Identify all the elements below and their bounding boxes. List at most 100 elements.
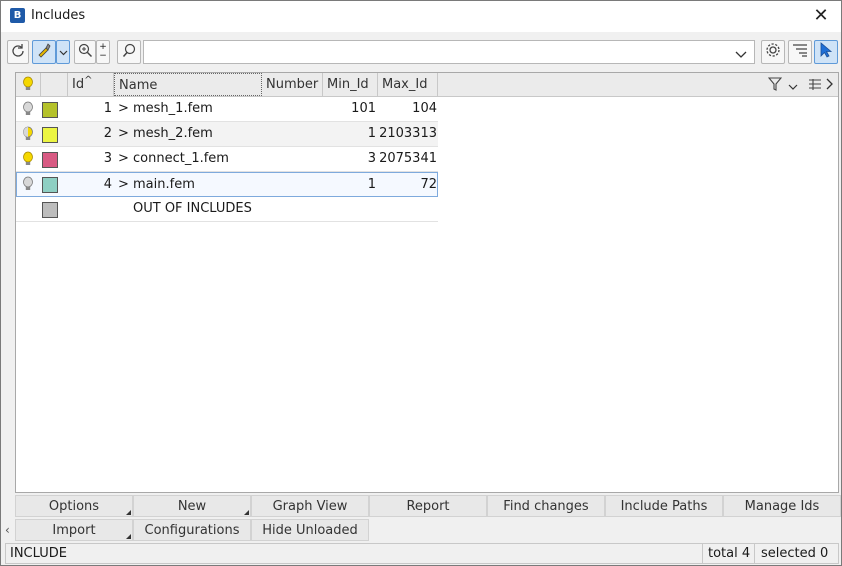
column-id-header[interactable]: Id^ <box>68 73 114 96</box>
lightbulb-off-icon[interactable] <box>22 97 34 121</box>
id-cell: 3 <box>103 151 112 166</box>
search-input[interactable] <box>143 40 755 64</box>
menu-corner-icon <box>126 534 131 539</box>
expand-chevron-icon[interactable]: > <box>118 122 129 146</box>
table-row[interactable]: OUT OF INCLUDES <box>16 197 438 222</box>
column-chooser-icon[interactable] <box>808 78 822 96</box>
expand-chevron-icon[interactable]: > <box>118 173 129 197</box>
status-bar: INCLUDE total 4 selected 0 <box>5 543 839 564</box>
report-label: Report <box>406 499 450 514</box>
hide-unloaded-button[interactable]: Hide Unloaded <box>251 519 369 541</box>
menu-corner-icon <box>126 510 131 515</box>
name-cell: OUT OF INCLUDES <box>133 201 252 216</box>
status-selected: selected 0 <box>754 544 828 563</box>
manage-ids-label: Manage Ids <box>744 499 820 514</box>
color-swatch[interactable] <box>42 177 58 193</box>
options-label: Options <box>48 499 100 514</box>
highlight-button[interactable] <box>32 40 56 64</box>
color-swatch[interactable] <box>42 202 58 218</box>
includes-window: B Includes ✕ + − Id^ Name Number Min_Id … <box>0 0 842 566</box>
column-name-header[interactable]: Name <box>114 73 262 96</box>
table-row-selected[interactable]: 4 > main.fem 1 72 <box>16 172 438 197</box>
report-button[interactable]: Report <box>369 495 487 517</box>
button-bar: Options New Graph View Report Find chang… <box>5 495 841 541</box>
search-dropdown-icon[interactable] <box>735 48 747 63</box>
search-button[interactable] <box>117 40 141 64</box>
column-visibility-header[interactable] <box>16 73 41 96</box>
window-title: Includes <box>31 8 86 23</box>
expand-chevron-icon[interactable]: > <box>118 97 129 121</box>
new-button[interactable]: New <box>133 495 251 517</box>
options-button[interactable]: Options <box>15 495 133 517</box>
min-id-cell: 3 <box>367 151 376 166</box>
import-button[interactable]: Import <box>15 519 133 541</box>
highlight-pen-icon <box>36 42 52 62</box>
color-swatch[interactable] <box>42 102 58 118</box>
settings-button[interactable] <box>761 40 785 64</box>
color-swatch[interactable] <box>42 127 58 143</box>
column-color-header[interactable] <box>41 73 68 96</box>
expand-chevron-icon[interactable]: > <box>118 147 129 171</box>
max-id-cell: 2103313 <box>379 126 437 141</box>
app-logo-icon: B <box>10 8 25 23</box>
chevron-right-icon[interactable] <box>826 78 834 94</box>
tree-list-button[interactable] <box>788 40 812 64</box>
max-id-cell: 104 <box>412 101 437 116</box>
settings-icon <box>765 42 781 62</box>
manage-ids-button[interactable]: Manage Ids <box>723 495 841 517</box>
min-id-cell: 1 <box>367 177 376 192</box>
close-icon[interactable]: ✕ <box>809 4 833 28</box>
select-pointer-icon <box>819 42 833 62</box>
max-id-cell: 2075341 <box>379 151 437 166</box>
column-number-header[interactable]: Number <box>262 73 323 96</box>
color-swatch[interactable] <box>42 152 58 168</box>
toolbar: + − <box>1 38 841 68</box>
refresh-icon <box>11 43 25 61</box>
sort-ascending-icon: ^ <box>84 75 93 86</box>
highlight-dropdown-button[interactable] <box>56 40 70 64</box>
refresh-button[interactable] <box>7 40 29 64</box>
column-id-label: Id <box>72 77 85 92</box>
graph-view-button[interactable]: Graph View <box>251 495 369 517</box>
dropdown-icon <box>59 45 68 60</box>
include-paths-button[interactable]: Include Paths <box>605 495 723 517</box>
id-cell: 1 <box>103 101 112 116</box>
search-icon <box>122 43 137 62</box>
filter-icon[interactable] <box>767 77 783 95</box>
new-label: New <box>177 499 207 514</box>
includes-table: Id^ Name Number Min_Id Max_Id 1 > mesh_1… <box>15 72 839 493</box>
table-row[interactable]: 1 > mesh_1.fem 101 104 <box>16 97 438 122</box>
id-cell: 4 <box>103 177 112 192</box>
zoom-fit-button[interactable] <box>74 40 96 64</box>
min-id-cell: 1 <box>367 126 376 141</box>
id-cell: 2 <box>103 126 112 141</box>
title-bar: B Includes ✕ <box>1 1 841 32</box>
name-cell: mesh_1.fem <box>133 101 213 116</box>
table-row[interactable]: 2 > mesh_2.fem 1 2103313 <box>16 122 438 147</box>
lightbulb-off-icon[interactable] <box>22 173 34 197</box>
table-row[interactable]: 3 > connect_1.fem 3 2075341 <box>16 147 438 172</box>
zoom-fit-icon <box>78 43 93 62</box>
graph-view-label: Graph View <box>272 499 348 514</box>
find-changes-label: Find changes <box>503 499 589 514</box>
find-changes-button[interactable]: Find changes <box>487 495 605 517</box>
name-cell: connect_1.fem <box>133 151 229 166</box>
table-header: Id^ Name Number Min_Id Max_Id <box>16 73 838 97</box>
chevron-down-icon[interactable] <box>788 80 798 95</box>
configurations-button[interactable]: Configurations <box>133 519 251 541</box>
hide-unloaded-label: Hide Unloaded <box>262 523 358 538</box>
menu-corner-icon <box>244 510 249 515</box>
name-cell: main.fem <box>133 177 195 192</box>
column-minid-header[interactable]: Min_Id <box>323 73 378 96</box>
zoom-in-out-button[interactable]: + − <box>96 40 110 64</box>
column-maxid-header[interactable]: Max_Id <box>378 73 438 96</box>
zoom-in-out-icon: + − <box>99 42 107 61</box>
tree-list-icon <box>792 43 808 61</box>
lightbulb-half-icon[interactable] <box>22 122 34 146</box>
select-pointer-button[interactable] <box>814 40 838 64</box>
scroll-left-icon[interactable]: ‹ <box>5 523 10 537</box>
status-total: total 4 <box>702 544 750 563</box>
max-id-cell: 72 <box>420 177 437 192</box>
lightbulb-on-icon[interactable] <box>22 147 34 171</box>
configurations-label: Configurations <box>144 523 240 538</box>
